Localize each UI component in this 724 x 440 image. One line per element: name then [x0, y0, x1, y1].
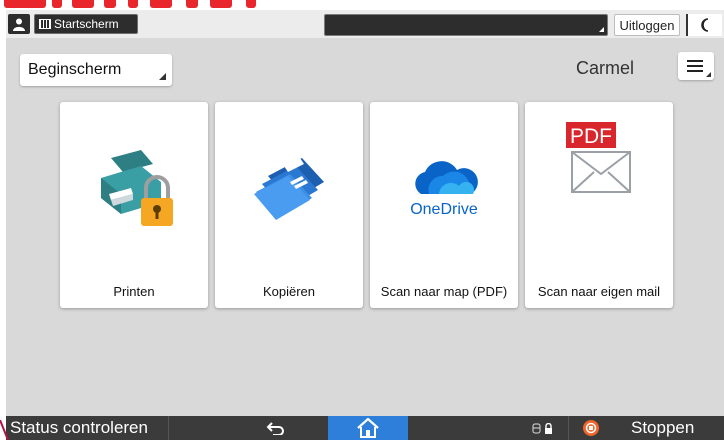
stop-label: Stoppen	[631, 418, 695, 437]
app-label: Printen	[113, 284, 155, 299]
stop-icon	[583, 420, 599, 436]
top-status-bar: Startscherm Uitloggen	[6, 10, 724, 38]
back-button[interactable]	[246, 416, 306, 440]
username: Carmel	[576, 58, 635, 78]
energy-saver-button[interactable]	[686, 14, 722, 36]
check-status-label: Status controleren	[10, 418, 148, 437]
lock-icon	[545, 422, 552, 434]
printer-lock-icon	[101, 150, 173, 226]
data-lock-icon	[532, 423, 541, 433]
start-screen-label: Startscherm	[54, 17, 119, 31]
lock-indicator	[532, 416, 553, 440]
stop-button[interactable]: Stoppen	[568, 416, 724, 440]
onedrive-icon: OneDrive	[410, 161, 478, 218]
check-status-button[interactable]: Status controleren	[6, 416, 169, 440]
app-label: Kopiëren	[262, 284, 316, 299]
operation-panel-screen: Startscherm Uitloggen Beginscherm Carmel	[6, 10, 724, 440]
app-label: Scan naar map (PDF)	[380, 284, 508, 299]
user-icon	[13, 18, 25, 31]
app-tile-scan-naar-map[interactable]: OneDrive Scan naar map (PDF)	[370, 102, 518, 308]
back-icon	[266, 422, 284, 435]
user-button[interactable]	[8, 14, 30, 34]
bottom-bar: Status controleren Stoppen	[6, 416, 724, 440]
corner-mark	[0, 420, 9, 440]
moon-icon	[701, 18, 709, 32]
app-label: Scan naar eigen mail	[537, 284, 661, 299]
pdf-mail-icon: PDF	[566, 122, 631, 193]
logout-label: Uitloggen	[619, 17, 675, 33]
home-icon	[357, 418, 379, 438]
app-tile-printen[interactable]: Printen	[60, 102, 208, 308]
home-screen-select[interactable]: Beginscherm	[20, 54, 172, 86]
app-tile-kopieren[interactable]: Kopiëren	[215, 102, 363, 308]
header-logo-strip	[0, 0, 300, 10]
menu-button[interactable]	[678, 52, 714, 80]
copy-icon	[254, 158, 324, 220]
logout-button[interactable]: Uitloggen	[614, 14, 680, 36]
message-area[interactable]	[324, 14, 608, 36]
home-screen-select-value: Beginscherm	[28, 61, 122, 78]
app-tile-scan-naar-eigen-mail[interactable]: PDF Scan naar eigen mail	[525, 102, 673, 308]
onedrive-text: OneDrive	[410, 201, 478, 218]
start-screen-button[interactable]: Startscherm	[34, 14, 138, 34]
home-button[interactable]	[328, 416, 408, 440]
pdf-text: PDF	[570, 125, 612, 148]
keyboard-icon	[39, 19, 51, 29]
